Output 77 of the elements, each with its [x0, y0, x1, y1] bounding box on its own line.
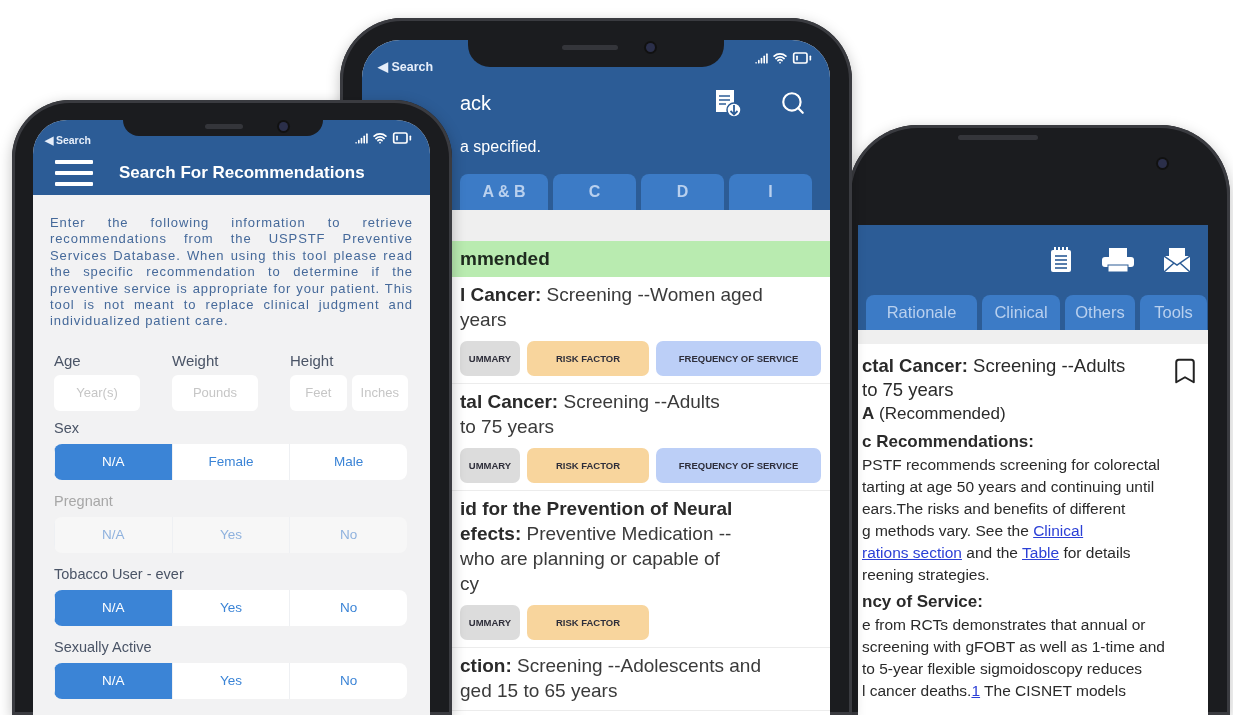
detail-text-line: ctal Cancer: Screening --Adults: [862, 354, 1126, 378]
summary-chip-button[interactable]: UMMARY: [460, 448, 520, 483]
recommendation-title-line[interactable]: ged 15 to 65 years: [460, 678, 618, 703]
segment-option[interactable]: Yes: [171, 662, 290, 699]
detail-text-line: to 5-year flexible sigmoidoscopy reduces: [862, 659, 1142, 679]
printer-icon[interactable]: [1102, 248, 1134, 272]
field-label: Height: [290, 351, 335, 369]
field-label: Weight: [172, 351, 220, 369]
back-button[interactable]: ack: [460, 91, 492, 115]
segment-option[interactable]: N/A: [54, 443, 172, 480]
search-icon[interactable]: [780, 90, 806, 116]
screen-title: Search For Recommendations: [119, 162, 365, 183]
segment-option[interactable]: No: [289, 662, 407, 699]
risk-chip-button[interactable]: RISK FACTOR: [527, 605, 649, 640]
question-label: Pregnant: [54, 491, 114, 511]
detail-text-line: g methods vary. See the Clinical: [862, 521, 1084, 541]
detail-text-line: PSTF recommends screening for colorectal: [862, 455, 1161, 475]
detail-text-line: e from RCTs demonstrates that annual or: [862, 615, 1146, 635]
segment-option[interactable]: Male: [289, 443, 407, 480]
text-link[interactable]: Table: [1022, 544, 1060, 561]
detail-text-line: reening strategies.: [862, 565, 990, 585]
frequency-chip-button[interactable]: FREQUENCY OF SERVICE: [656, 448, 821, 483]
input-field[interactable]: Year(s): [54, 374, 140, 411]
camera-dot: [1158, 159, 1167, 168]
speaker-grille: [562, 45, 618, 50]
signal-icon: [755, 51, 768, 65]
detail-text-line: l cancer deaths.1 The CISNET models: [862, 681, 1126, 701]
recommendation-title-line[interactable]: ction: Screening --Adolescents and: [460, 653, 761, 678]
recommendation-title-line[interactable]: efects: Preventive Medication --: [460, 521, 732, 546]
results-subtitle: a specified.: [460, 138, 541, 156]
text-link[interactable]: 1: [971, 682, 981, 699]
signal-icon: [355, 131, 368, 145]
recommendation-title-line[interactable]: cy: [460, 571, 479, 596]
detail-text-line: A (Recommended): [862, 403, 1006, 425]
detail-text-line: ears.The risks and benefits of different: [862, 499, 1126, 519]
detail-text-line: to 75 years: [862, 378, 954, 402]
back-to-search-link[interactable]: ◀ Search: [45, 134, 91, 146]
envelope-icon[interactable]: [1164, 248, 1190, 272]
risk-chip-button[interactable]: RISK FACTOR: [527, 341, 649, 376]
back-to-search-link[interactable]: ◀ Search: [378, 59, 434, 74]
camera-dot: [279, 122, 288, 131]
summary-chip-button[interactable]: UMMARY: [460, 605, 520, 640]
question-label: Tobacco User - ever: [54, 564, 185, 584]
detail-text-line: c Recommendations:: [862, 431, 1034, 453]
detail-text-line: rations section and the Table for details: [862, 543, 1131, 563]
segment-option[interactable]: N/A: [54, 662, 172, 699]
speaker-grille: [205, 124, 243, 129]
segment-option[interactable]: Yes: [171, 589, 290, 626]
recommendation-title-line[interactable]: who are planning or capable of: [460, 546, 720, 571]
recommendation-title-line[interactable]: tal Cancer: Screening --Adults: [460, 389, 720, 414]
recommendation-title-line[interactable]: l Cancer: Screening --Women aged: [460, 282, 763, 307]
menu-icon[interactable]: [55, 159, 93, 186]
question-label: Sexually Active: [54, 637, 153, 657]
detail-text-line: tarting at age 50 years and continuing until: [862, 477, 1155, 497]
input-field[interactable]: Inches: [351, 374, 408, 411]
field-label: Age: [54, 351, 82, 369]
wifi-icon: [373, 131, 387, 145]
wifi-icon: [773, 51, 787, 65]
question-label: Sex: [54, 418, 80, 438]
text-link[interactable]: Clinical: [1033, 522, 1084, 539]
input-field[interactable]: Pounds: [172, 374, 258, 411]
input-field[interactable]: Feet: [290, 374, 347, 411]
segment-option[interactable]: N/A: [54, 589, 172, 626]
segment-option[interactable]: Female: [171, 443, 290, 480]
document-download-icon[interactable]: [714, 88, 742, 118]
risk-chip-button[interactable]: RISK FACTOR: [527, 448, 649, 483]
recommendation-title-line[interactable]: to 75 years: [460, 414, 554, 439]
recommendation-title-line[interactable]: years: [460, 307, 507, 332]
text-link[interactable]: rations section: [862, 544, 962, 561]
recommendation-title-line[interactable]: id for the Prevention of Neural: [460, 496, 733, 521]
frequency-chip-button[interactable]: FREQUENCY OF SERVICE: [656, 341, 821, 376]
summary-chip-button[interactable]: UMMARY: [460, 341, 520, 376]
detail-text-line: ncy of Service:: [862, 591, 983, 613]
detail-text-line: screening with gFOBT as well as 1-time and: [862, 637, 1165, 657]
camera-dot: [646, 43, 655, 52]
notepad-icon[interactable]: [1050, 247, 1072, 273]
segment-option[interactable]: No: [289, 589, 407, 626]
